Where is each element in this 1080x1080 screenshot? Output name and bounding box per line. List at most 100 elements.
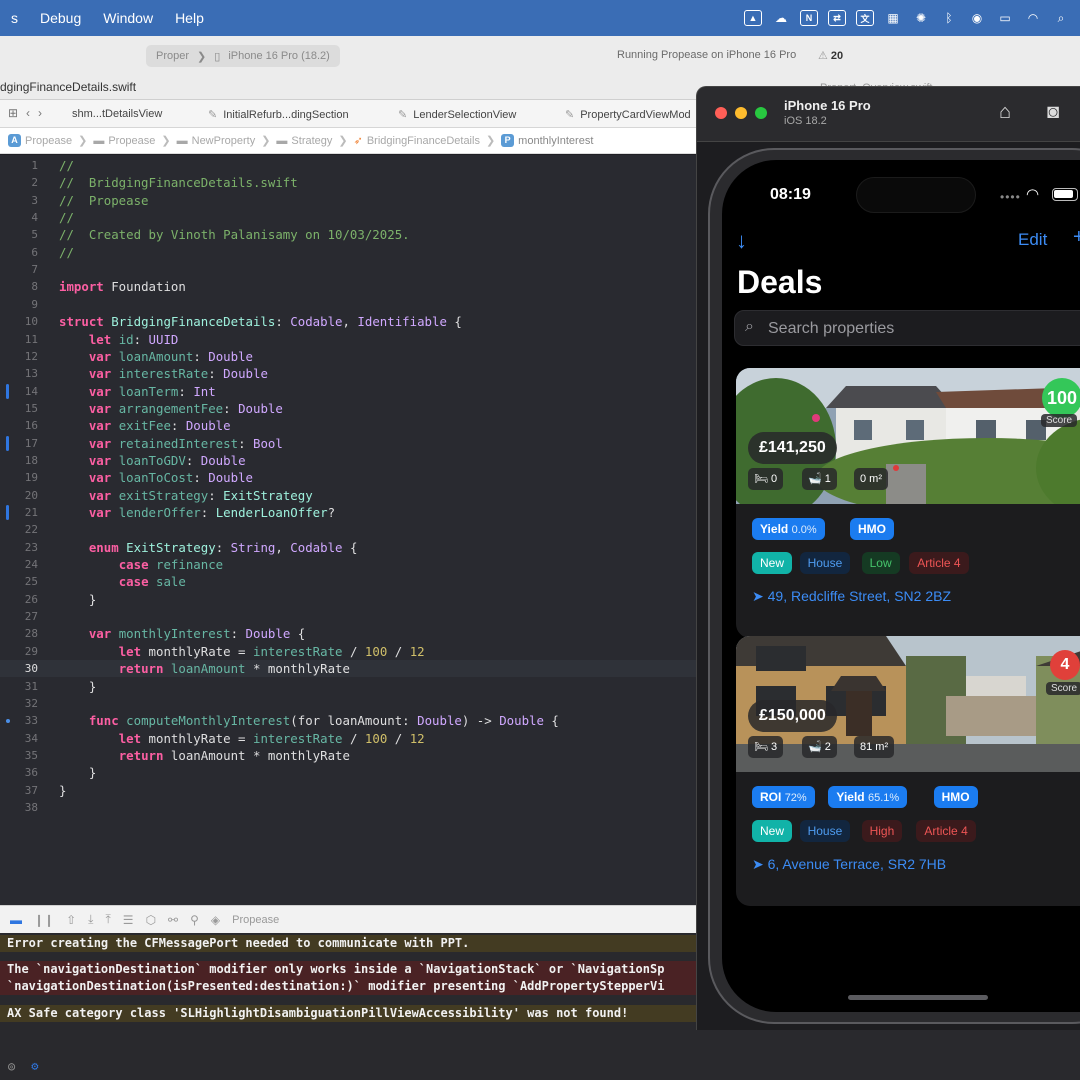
code-line[interactable]: 20 var exitStrategy: ExitStrategy xyxy=(0,487,710,504)
breadcrumb-item[interactable]: NewProperty xyxy=(192,135,256,147)
line-number[interactable]: 28 xyxy=(0,625,38,642)
line-number[interactable]: 16 xyxy=(0,417,38,434)
code-line[interactable]: 5 // Created by Vinoth Palanisamy on 10/0… xyxy=(0,226,710,243)
memory-graph-icon[interactable]: ⬡ xyxy=(146,913,156,927)
line-number[interactable]: 32 xyxy=(0,695,38,712)
line-number[interactable]: 4 xyxy=(0,209,38,226)
line-number[interactable]: 2 xyxy=(0,174,38,191)
code-line[interactable]: 1 // xyxy=(0,157,710,174)
line-number[interactable]: 11 xyxy=(0,331,38,348)
tab-navigation-icons[interactable]: ⊞‹› xyxy=(8,106,50,120)
code-line[interactable]: 15 var arrangementFee: Double xyxy=(0,400,710,417)
code-line[interactable]: 9 xyxy=(0,296,710,313)
line-number[interactable]: 12 xyxy=(0,348,38,365)
translate-icon[interactable]: 文 xyxy=(856,10,874,26)
code-line[interactable]: 17 var retainedInterest: Bool xyxy=(0,435,710,452)
line-number[interactable]: 23 xyxy=(0,539,38,556)
warning-count[interactable]: ⚠ 20 xyxy=(818,49,843,62)
line-number[interactable]: 18 xyxy=(0,452,38,469)
code-line[interactable]: 11 let id: UUID xyxy=(0,331,710,348)
console-toggle-icon[interactable]: ▬ xyxy=(10,913,22,927)
menu-item-partial[interactable]: s xyxy=(0,10,29,26)
wifi-icon[interactable]: ◠ xyxy=(1024,10,1042,26)
line-number[interactable]: 3 xyxy=(0,192,38,209)
notion-icon[interactable]: N xyxy=(800,10,818,26)
arrow-down-icon[interactable]: ↓ xyxy=(736,228,747,254)
search-icon[interactable]: ⌕ xyxy=(1052,10,1070,26)
window-layout-icon[interactable]: ▦ xyxy=(884,10,902,26)
line-number[interactable]: 9 xyxy=(0,296,38,313)
step-in-icon[interactable]: ⤓ xyxy=(88,912,93,927)
line-number[interactable]: 30 xyxy=(0,660,38,677)
code-line[interactable]: 16 var exitFee: Double xyxy=(0,417,710,434)
location-icon[interactable]: ⚲ xyxy=(190,913,199,927)
line-number[interactable]: 13 xyxy=(0,365,38,382)
breadcrumb-item[interactable]: BridgingFinanceDetails xyxy=(367,135,480,147)
breadcrumb-current[interactable]: monthlyInterest xyxy=(518,135,593,147)
code-line[interactable]: 10 struct BridgingFinanceDetails: Codable… xyxy=(0,313,710,330)
tab-initial-refurb[interactable]: ✎ InitialRefurb...dingSection xyxy=(208,108,349,121)
line-number[interactable]: 26 xyxy=(0,591,38,608)
code-line[interactable]: 13 var interestRate: Double xyxy=(0,365,710,382)
code-line[interactable]: 35 return loanAmount * monthlyRate xyxy=(0,747,710,764)
line-number[interactable]: 19 xyxy=(0,469,38,486)
code-line[interactable]: 8 import Foundation xyxy=(0,278,710,295)
code-line[interactable]: 36 } xyxy=(0,764,710,781)
code-line[interactable]: 3 // Propease xyxy=(0,192,710,209)
code-line[interactable]: 33 func computeMonthlyInterest(for loanA… xyxy=(0,712,710,729)
code-line[interactable]: 26 } xyxy=(0,591,710,608)
zoom-window-button[interactable] xyxy=(755,107,767,119)
line-number[interactable]: 34 xyxy=(0,730,38,747)
scheme-selector[interactable]: Proper ❯ ▯ iPhone 16 Pro (18.2) xyxy=(146,45,340,67)
code-line[interactable]: 21 var lenderOffer: LenderLoanOffer? xyxy=(0,504,710,521)
breadcrumb-item[interactable]: Propease xyxy=(25,135,72,147)
upload-icon[interactable]: ▲ xyxy=(744,10,762,26)
code-line[interactable]: 28 var monthlyInterest: Double { xyxy=(0,625,710,642)
search-input[interactable]: ⌕ Search properties xyxy=(734,310,1080,346)
add-button[interactable]: + xyxy=(1073,226,1080,249)
filter-icon[interactable]: ⚙ xyxy=(31,1059,38,1073)
code-line[interactable]: 25 case sale xyxy=(0,573,710,590)
code-line[interactable]: 22 xyxy=(0,521,710,538)
line-number[interactable]: 36 xyxy=(0,764,38,781)
line-number[interactable]: 10 xyxy=(0,313,38,330)
share-icon[interactable]: ⚯ xyxy=(168,913,178,927)
menu-window[interactable]: Window xyxy=(92,10,164,26)
code-line[interactable]: 18 var loanToGDV: Double xyxy=(0,452,710,469)
menu-debug[interactable]: Debug xyxy=(29,10,92,26)
eye-icon[interactable]: ◎ xyxy=(8,1059,15,1073)
line-number[interactable]: 8 xyxy=(0,278,38,295)
code-line[interactable]: 23 enum ExitStrategy: String, Codable { xyxy=(0,539,710,556)
screenshot-icon[interactable]: ◙ xyxy=(1047,101,1059,124)
code-line[interactable]: 4 // xyxy=(0,209,710,226)
line-number[interactable]: 1 xyxy=(0,157,38,174)
code-line[interactable]: 37} xyxy=(0,782,710,799)
code-line[interactable]: 29 let monthlyRate = interestRate / 100 … xyxy=(0,643,710,660)
code-line[interactable]: 7 xyxy=(0,261,710,278)
code-line[interactable]: 32 xyxy=(0,695,710,712)
code-line[interactable]: 6 // xyxy=(0,244,710,261)
code-line[interactable]: 30 return loanAmount * monthlyRate xyxy=(0,660,710,678)
line-number[interactable]: 38 xyxy=(0,799,38,816)
line-number[interactable]: 37 xyxy=(0,782,38,799)
code-line[interactable]: 19 var loanToCost: Double xyxy=(0,469,710,486)
line-number[interactable]: 31 xyxy=(0,678,38,695)
line-number[interactable]: 7 xyxy=(0,261,38,278)
line-number[interactable]: 29 xyxy=(0,643,38,660)
close-window-button[interactable] xyxy=(715,107,727,119)
minimize-window-button[interactable] xyxy=(735,107,747,119)
pause-icon[interactable]: ❙❙ xyxy=(34,913,54,927)
line-number[interactable]: 35 xyxy=(0,747,38,764)
code-line[interactable]: 2 // BridgingFinanceDetails.swift xyxy=(0,174,710,191)
code-line[interactable]: 31 } xyxy=(0,678,710,695)
line-number[interactable]: 24 xyxy=(0,556,38,573)
battery-icon[interactable]: ▭ xyxy=(996,10,1014,26)
code-line[interactable]: 38 xyxy=(0,799,710,816)
step-out-icon[interactable]: ⤒ xyxy=(105,912,110,927)
tab-lender-selection[interactable]: ✎ LenderSelectionView xyxy=(398,108,516,121)
remote-icon[interactable]: ⇄ xyxy=(828,10,846,26)
user-account-icon[interactable]: ◉ xyxy=(968,10,986,26)
view-hierarchy-icon[interactable]: ☰ xyxy=(123,913,134,927)
line-number[interactable]: 22 xyxy=(0,521,38,538)
property-address[interactable]: ➤ 6, Avenue Terrace, SR2 7HB xyxy=(752,856,946,873)
